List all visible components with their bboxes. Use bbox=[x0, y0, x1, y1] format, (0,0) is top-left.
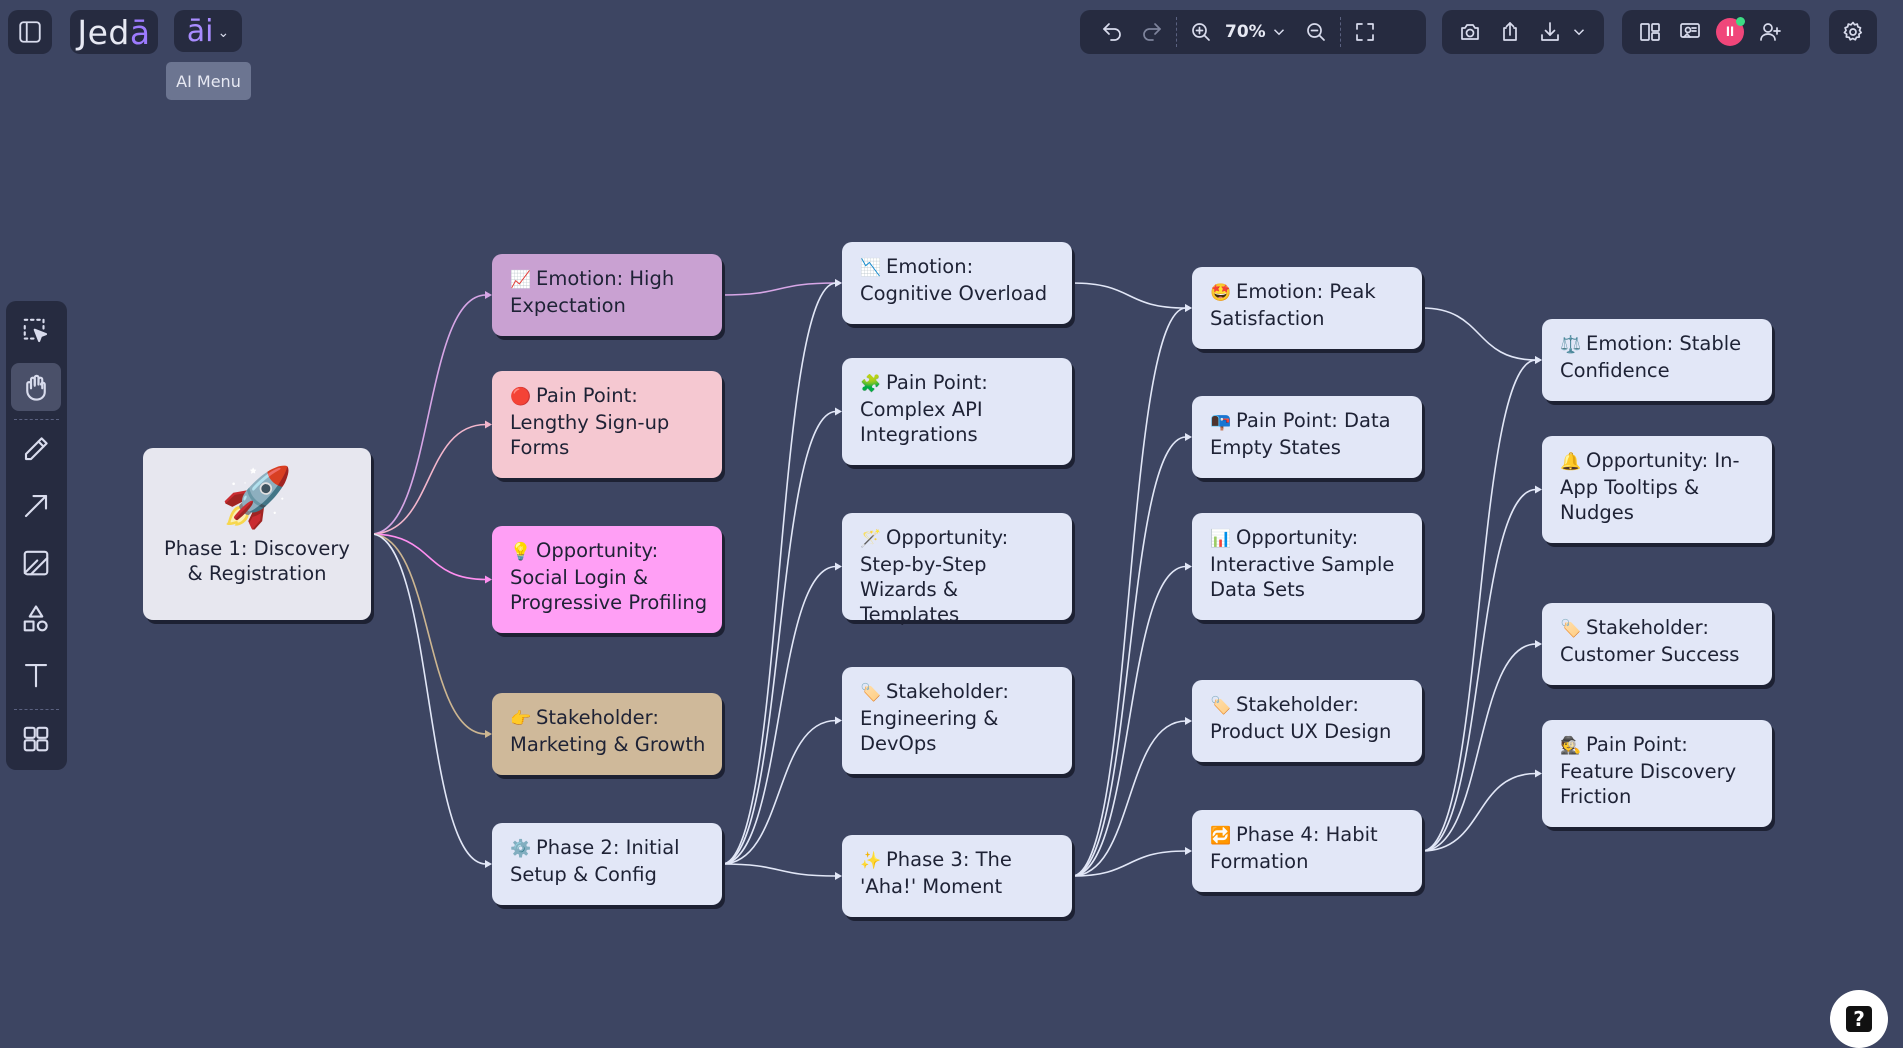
connector-line bbox=[370, 533, 487, 865]
node-pain-empty-states[interactable]: 📭 Pain Point: Data Empty States bbox=[1192, 396, 1422, 478]
node-label: Opportunity: Interactive Sample Data Set… bbox=[1210, 526, 1395, 601]
connector-arrowhead bbox=[835, 872, 842, 880]
puzzle-icon: 🧩 bbox=[860, 374, 882, 394]
node-stakeholder-product-ux[interactable]: 🏷️ Stakeholder: Product UX Design bbox=[1192, 680, 1422, 762]
connector-arrowhead bbox=[1535, 485, 1542, 494]
connector-line bbox=[1071, 436, 1187, 877]
tag-icon: 🏷️ bbox=[1210, 696, 1232, 716]
connector-arrowhead bbox=[1185, 847, 1192, 855]
connector-line bbox=[721, 410, 837, 865]
connector-line bbox=[721, 565, 837, 865]
connector-line bbox=[721, 282, 837, 296]
connector-arrowhead bbox=[1185, 304, 1192, 312]
node-label: Stakeholder: Customer Success bbox=[1560, 616, 1740, 666]
connector-line bbox=[370, 423, 487, 535]
connector-arrowhead bbox=[485, 291, 492, 299]
magic-wand-icon: 🪄 bbox=[860, 529, 882, 549]
node-label: Stakeholder: Product UX Design bbox=[1210, 693, 1392, 743]
connector-arrowhead bbox=[835, 279, 842, 287]
connector-line bbox=[1421, 359, 1537, 852]
node-label: Emotion: Cognitive Overload bbox=[860, 255, 1048, 305]
node-pain-lengthy-signup[interactable]: 🔴 Pain Point: Lengthy Sign-up Forms bbox=[492, 371, 722, 478]
connector-line bbox=[721, 282, 837, 865]
gear-icon: ⚙️ bbox=[510, 839, 532, 859]
lightbulb-icon: 💡 bbox=[510, 542, 532, 562]
node-stakeholder-engineering[interactable]: 🏷️ Stakeholder: Engineering & DevOps bbox=[842, 667, 1072, 774]
help-button[interactable]: ? bbox=[1830, 990, 1888, 1048]
connector-arrowhead bbox=[485, 730, 492, 738]
repeat-icon: 🔁 bbox=[1210, 826, 1232, 846]
sparkles-icon: ✨ bbox=[860, 851, 882, 871]
connector-line bbox=[1071, 720, 1187, 877]
connector-arrowhead bbox=[485, 860, 492, 868]
question-mark-icon: ? bbox=[1846, 1006, 1872, 1032]
node-label: Phase 1: Discovery & Registration bbox=[164, 537, 350, 585]
chart-up-icon: 📈 bbox=[510, 270, 532, 290]
node-opportunity-sample-data[interactable]: 📊 Opportunity: Interactive Sample Data Se… bbox=[1192, 513, 1422, 620]
bar-chart-icon: 📊 bbox=[1210, 529, 1232, 549]
connector-arrowhead bbox=[1185, 717, 1192, 725]
node-phase-2[interactable]: ⚙️ Phase 2: Initial Setup & Config bbox=[492, 823, 722, 905]
tag-icon: 🏷️ bbox=[1560, 619, 1582, 639]
connector-line bbox=[1071, 307, 1187, 877]
connector-arrowhead bbox=[1185, 433, 1192, 441]
connector-line bbox=[1071, 282, 1187, 309]
chart-down-icon: 📉 bbox=[860, 258, 882, 278]
connector-arrowhead bbox=[835, 407, 842, 416]
star-struck-icon: 🤩 bbox=[1210, 283, 1232, 303]
connector-line bbox=[1421, 488, 1537, 852]
node-phase-3[interactable]: ✨ Phase 3: The 'Aha!' Moment bbox=[842, 835, 1072, 917]
detective-icon: 🕵️ bbox=[1560, 736, 1582, 756]
empty-mailbox-icon: 📭 bbox=[1210, 412, 1232, 432]
node-emotion-cognitive-overload[interactable]: 📉 Emotion: Cognitive Overload bbox=[842, 242, 1072, 324]
connector-line bbox=[1421, 307, 1537, 361]
bell-icon: 🔔 bbox=[1560, 452, 1582, 472]
connector-arrowhead bbox=[1185, 562, 1192, 571]
balance-scale-icon: ⚖️ bbox=[1560, 335, 1582, 355]
connector-line bbox=[721, 863, 837, 877]
node-stakeholder-marketing[interactable]: 👉 Stakeholder: Marketing & Growth bbox=[492, 693, 722, 775]
connector-line bbox=[1071, 565, 1187, 877]
node-opportunity-tooltips[interactable]: 🔔 Opportunity: In-App Tooltips & Nudges bbox=[1542, 436, 1772, 543]
node-phase-4[interactable]: 🔁 Phase 4: Habit Formation bbox=[1192, 810, 1422, 892]
connector-line bbox=[721, 719, 837, 865]
node-label: Opportunity: Social Login & Progressive … bbox=[510, 539, 708, 614]
rocket-icon: 🚀 bbox=[220, 463, 294, 531]
node-pain-feature-discovery[interactable]: 🕵️ Pain Point: Feature Discovery Friction bbox=[1542, 720, 1772, 827]
node-opportunity-wizards[interactable]: 🪄 Opportunity: Step-by-Step Wizards & Tem… bbox=[842, 513, 1072, 626]
connector-arrowhead bbox=[835, 716, 842, 725]
node-emotion-peak-satisfaction[interactable]: 🤩 Emotion: Peak Satisfaction bbox=[1192, 267, 1422, 349]
connector-arrowhead bbox=[1535, 640, 1542, 648]
red-circle-icon: 🔴 bbox=[510, 387, 532, 407]
node-label: Emotion: Stable Confidence bbox=[1560, 332, 1742, 382]
node-label: Pain Point: Data Empty States bbox=[1210, 409, 1391, 459]
connector-arrowhead bbox=[1535, 356, 1542, 364]
tag-icon: 🏷️ bbox=[860, 683, 882, 703]
node-label: Pain Point: Feature Discovery Friction bbox=[1560, 733, 1737, 808]
node-pain-complex-api[interactable]: 🧩 Pain Point: Complex API Integrations bbox=[842, 358, 1072, 465]
node-stakeholder-customer-success[interactable]: 🏷️ Stakeholder: Customer Success bbox=[1542, 603, 1772, 685]
pointing-hand-icon: 👉 bbox=[510, 709, 532, 729]
node-emotion-stable-confidence[interactable]: ⚖️ Emotion: Stable Confidence bbox=[1542, 319, 1772, 401]
node-label: Stakeholder: Marketing & Growth bbox=[510, 706, 706, 756]
node-opportunity-social-login[interactable]: 💡 Opportunity: Social Login & Progressive… bbox=[492, 526, 722, 633]
connector-arrowhead bbox=[485, 420, 492, 429]
connector-line bbox=[370, 294, 487, 535]
connector-arrowhead bbox=[485, 575, 492, 584]
node-label: Opportunity: In-App Tooltips & Nudges bbox=[1560, 449, 1740, 524]
node-emotion-high-expectation[interactable]: 📈 Emotion: High Expectation bbox=[492, 254, 722, 336]
node-root[interactable]: 🚀 Phase 1: Discovery & Registration bbox=[143, 448, 371, 620]
connector-arrowhead bbox=[1535, 769, 1542, 778]
connector-arrowhead bbox=[835, 562, 842, 571]
